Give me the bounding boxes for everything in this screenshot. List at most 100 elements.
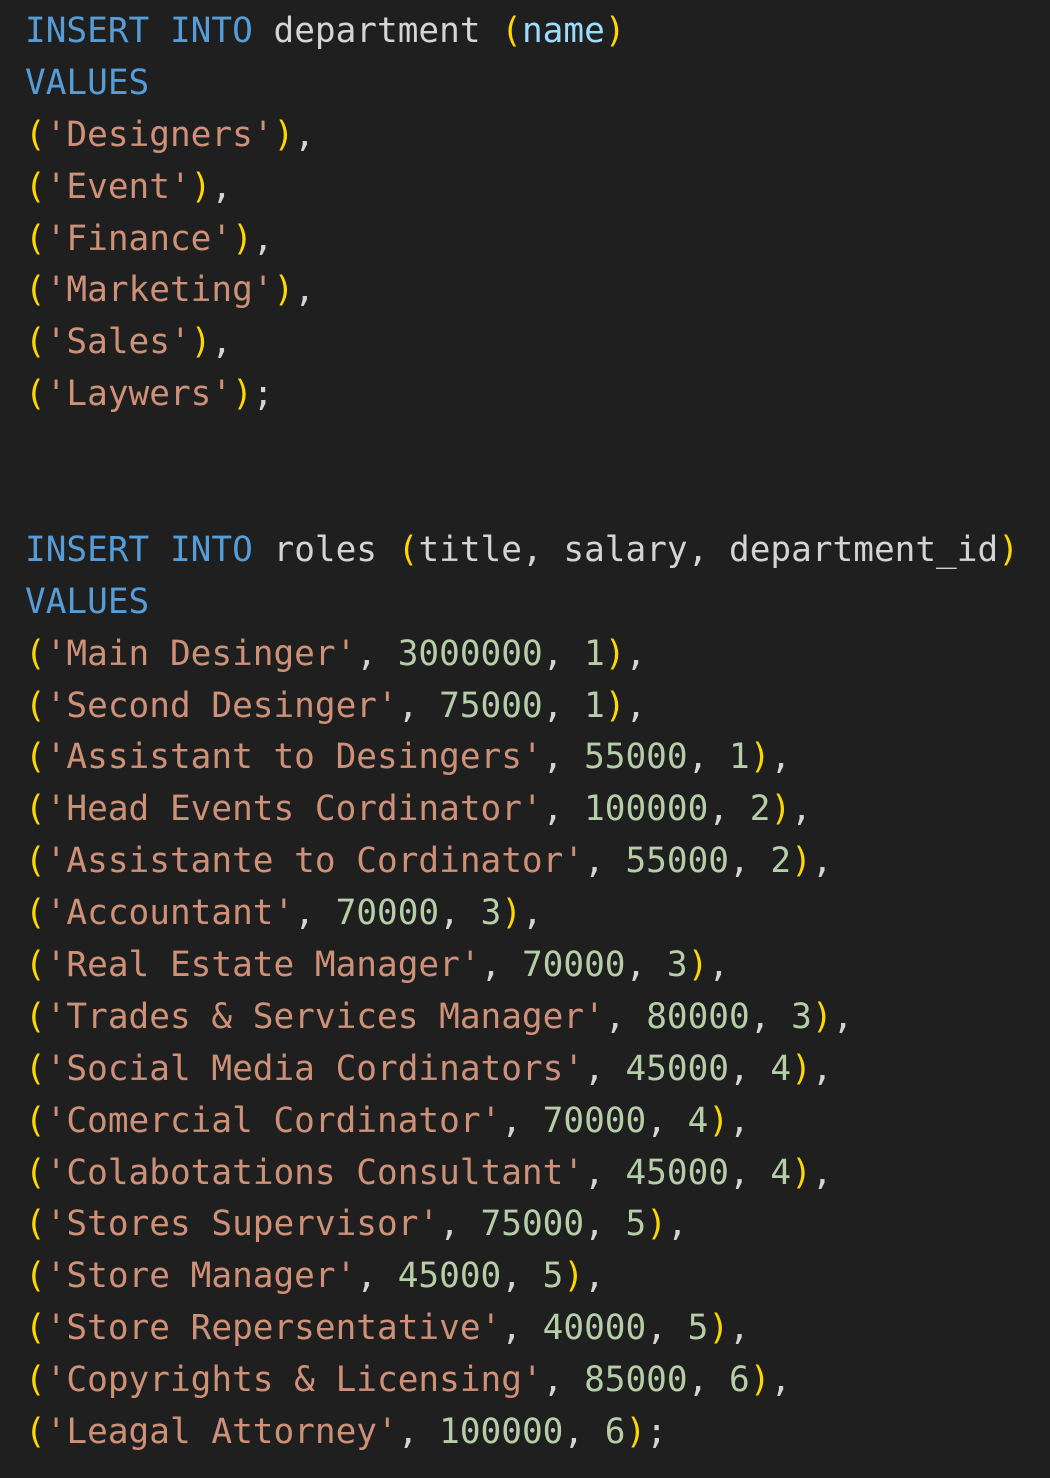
punctuation-token: , [811,1152,833,1193]
bracket-token: ) [604,633,626,674]
number-token: 100000 [439,1412,564,1453]
bracket-token: ( [25,1360,46,1401]
bracket-token: ( [25,1308,46,1349]
punctuation-token: , [356,633,398,674]
string-token: 'Comercial Cordinator' [45,1100,502,1141]
punctuation-token: , [439,893,481,934]
bracket-token: ) [646,1204,667,1245]
punctuation-token: , [294,114,315,155]
punctuation-token: , [397,685,440,726]
punctuation-token: , [604,996,647,1037]
string-token: 'Stores Supervisor' [45,1204,440,1245]
punctuation-token: , [687,737,730,778]
code-line: ('Accountant', 70000, 3), [25,888,1050,940]
punctuation-token: , [563,1412,605,1453]
number-token: 80000 [646,996,750,1037]
punctuation-token: , [811,841,833,882]
number-token: 1 [729,737,750,778]
keyword-token: VALUES [25,62,150,103]
code-line: ('Trades & Services Manager', 80000, 3), [25,992,1050,1044]
punctuation-token: , [501,1100,543,1141]
punctuation-token: , [211,166,233,207]
bracket-token: ( [25,1204,46,1245]
keyword-token: INTO [169,11,253,51]
code-line: VALUES [25,577,1050,629]
bracket-token: ) [604,11,626,51]
punctuation-token: , [542,1360,585,1401]
string-token: 'Head Events Cordinator' [45,789,543,830]
bracket-token: ( [25,166,46,207]
number-token: 4 [687,1100,709,1141]
number-token: 3 [666,945,688,986]
number-token: 45000 [397,1256,502,1297]
punctuation-token: , [356,1256,398,1297]
string-token: 'Laywers' [45,374,233,415]
string-token: 'Copyrights & Licensing' [45,1360,543,1401]
bracket-token: ) [770,789,792,830]
code-line: ('Copyrights & Licensing', 85000, 6), [25,1355,1050,1407]
bracket-token: ) [708,1308,730,1349]
string-token: 'Finance' [45,218,233,259]
number-token: 45000 [625,1048,729,1089]
bracket-token: ) [190,322,212,363]
punctuation-token: , [397,1412,440,1453]
identifier-token: roles [252,529,398,570]
punctuation-token: ; [646,1412,667,1453]
punctuation-token: ; [252,374,274,415]
bracket-token: ( [25,1152,46,1193]
bracket-token: ( [25,374,46,415]
code-editor[interactable]: INSERT INTO department (name) VALUES ('Des… [0,0,1050,1478]
number-token: 75000 [439,685,543,726]
punctuation-token: , [832,996,854,1037]
punctuation-token: , [749,996,792,1037]
code-line: ('Social Media Cordinators', 45000, 4), [25,1044,1050,1096]
bracket-token: ( [397,529,419,570]
punctuation-token: , [439,1204,481,1245]
punctuation-token: , [708,945,730,986]
code-line: ('Stores Supervisor', 75000, 5), [25,1199,1050,1251]
number-token: 1 [584,633,605,674]
string-token: 'Real Estate Manager' [45,945,481,986]
bracket-token: ) [232,374,253,415]
string-token: 'Second Desinger' [45,685,398,726]
string-token: 'Leagal Attorney' [45,1412,398,1453]
bracket-token: ( [25,1256,46,1297]
keyword-token: INSERT [25,11,150,51]
string-token: 'Store Manager' [45,1256,357,1297]
number-token: 100000 [584,789,709,830]
number-token: 5 [625,1204,647,1245]
bracket-token: ) [749,1360,771,1401]
code-line: ('Main Desinger', 3000000, 1), [25,629,1050,681]
bracket-token: ) [687,945,709,986]
bracket-token: ) [791,1048,812,1089]
code-line: ('Event'), [25,162,1050,214]
code-line: ('Second Desinger', 75000, 1), [25,681,1050,733]
bracket-token: ( [25,1100,46,1141]
punctuation-token: , [729,1152,771,1193]
identifier-token: title, salary, department_id [418,529,999,570]
bracket-token: ) [273,270,295,311]
code-line: ('Finance'), [25,214,1050,266]
bracket-token: ( [25,270,46,311]
bracket-token: ) [273,114,295,155]
bracket-token: ( [25,996,46,1037]
bracket-token: ) [563,1256,585,1297]
bracket-token: ( [25,945,46,986]
number-token: 55000 [625,841,729,882]
number-token: 2 [770,841,792,882]
punctuation-token: , [294,893,336,934]
punctuation-token: , [211,322,233,363]
code-line: ('Leagal Attorney', 100000, 6); [25,1407,1050,1459]
bracket-token: ) [501,893,522,934]
code-line: VALUES [25,58,1050,110]
punctuation-token: , [584,1204,626,1245]
keyword-token: VALUES [25,581,150,622]
bracket-token: ) [625,1412,647,1453]
punctuation-token: , [542,789,585,830]
code-line: ('Real Estate Manager', 70000, 3), [25,940,1050,992]
punctuation-token: , [729,1048,771,1089]
bracket-token: ) [749,737,771,778]
punctuation-token: , [708,789,750,830]
punctuation-token: , [584,841,626,882]
